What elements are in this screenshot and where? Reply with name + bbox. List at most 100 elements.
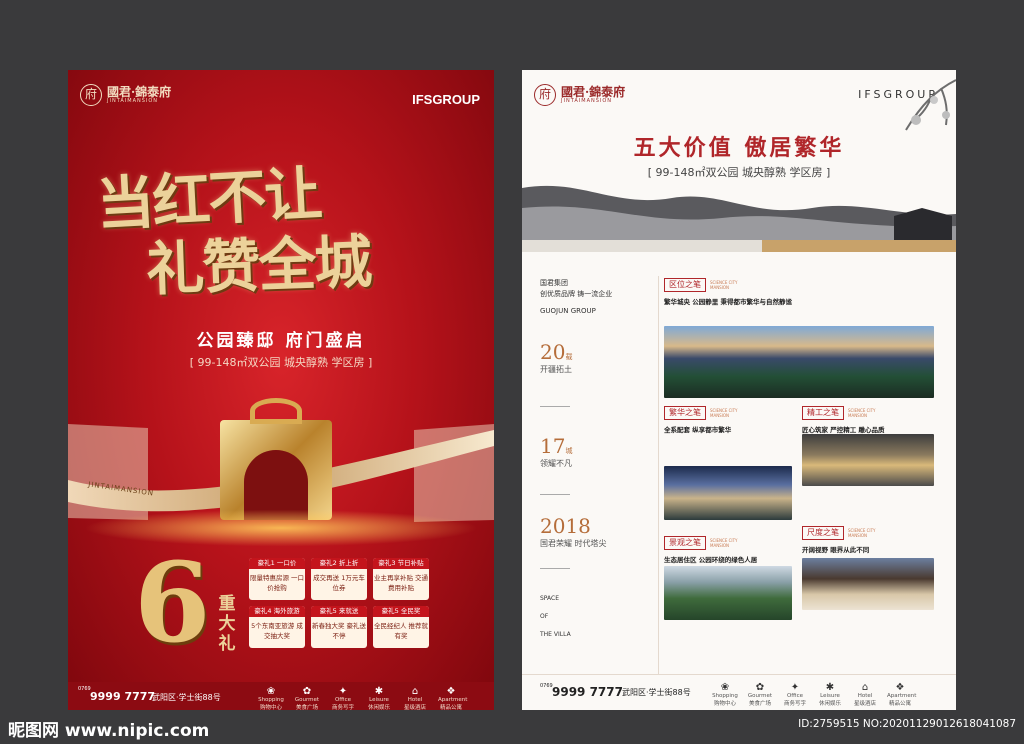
city-skyline-photo <box>664 326 934 398</box>
gift-body: 限量特惠房源 一口价抢购 <box>249 574 305 592</box>
logo-name: 國君·錦泰府 <box>561 84 626 99</box>
gift-body: 新春独大奖 豪礼送不停 <box>311 622 367 640</box>
park-aerial-photo <box>664 566 792 620</box>
space-caption: SPACE OF THE VILLA <box>540 595 571 638</box>
clubhouse-photo <box>802 558 934 610</box>
shopping-icon: ❀ Shopping 购物中心 <box>258 686 284 710</box>
hotel-icon: ⌂ Hotel 星级酒店 <box>403 686 426 710</box>
night-city-photo <box>664 466 792 520</box>
gift-card: 豪礼2 折上折成交再送 1万元车位券 <box>311 558 367 600</box>
section-keyline: 匠心筑家 严控精工 雕心品质 <box>802 426 885 434</box>
subtagline: [ 99-148㎡双公园 城央醇熟 学区房 ] <box>189 356 373 369</box>
vertical-rule <box>658 276 659 676</box>
address: 武阳区·学士街88号 <box>622 688 691 697</box>
gift-body: 全民经纪人 推荐就有奖 <box>373 622 429 640</box>
tagline: 公园臻邸 府门盛启 <box>196 331 366 351</box>
section-en: SCIENCE CITY MANSION <box>848 528 876 538</box>
divider <box>540 568 570 569</box>
section-en: SCIENCE CITY MANSION <box>710 538 738 548</box>
gourmet-icon: ✿ Gourmet 美食广场 <box>747 682 773 707</box>
office-icon: ✦ Office 商务写字 <box>783 682 806 707</box>
stat-item: 20载 开疆拓土 <box>540 340 573 374</box>
gift-title: 豪礼5 全民奖 <box>373 606 429 617</box>
stat-item: 2018 国君荣耀 时代塔尖 <box>540 514 607 548</box>
amenity-icons: ❀ Shopping 购物中心 ✿ Gourmet 美食广场 ✦ Office 商务写字 ✱… <box>258 686 468 710</box>
section-en: SCIENCE CITY MANSION <box>710 280 738 290</box>
watermark-id: ID:2759515 NO:20201129012618041087 <box>798 718 1016 730</box>
gift-title: 豪礼1 一口价 <box>249 558 305 569</box>
section-title: 区位之笔 <box>664 278 706 292</box>
big-number-label: 重大礼 <box>218 594 236 654</box>
phone-number: 9999 7777 <box>552 685 623 699</box>
logo-name: 國君·錦泰府 <box>107 84 172 99</box>
logo-sub: JINTAIMANSION <box>561 97 613 104</box>
section-en: SCIENCE CITY MANSION <box>848 408 876 418</box>
gift-title: 豪礼5 来就送 <box>311 606 367 617</box>
watermark-site: 昵图网 www.nipic.com <box>8 721 210 741</box>
gift-grid: 豪礼1 一口价限量特惠房源 一口价抢购 豪礼2 折上折成交再送 1万元车位券 豪… <box>249 558 429 648</box>
gift-title: 豪礼3 节日补贴 <box>373 558 429 569</box>
gift-card: 豪礼3 节日补贴业主再享补贴 交通费用补贴 <box>373 558 429 600</box>
shopping-icon: ❀ Shopping 购物中心 <box>712 682 738 707</box>
gourmet-icon: ✿ Gourmet 美食广场 <box>294 686 320 710</box>
section-keyline: 生态居住区 公园环绕的绿色人居 <box>664 556 758 564</box>
left-footer: 0769 9999 7777 武阳区·学士街88号 ❀ Shopping 购物中心 … <box>68 682 494 710</box>
leisure-icon: ✱ Leisure 休闲娱乐 <box>367 686 390 710</box>
calligraphy-headline-2: 礼赞全城 <box>145 227 372 304</box>
section-title: 繁华之笔 <box>664 406 706 420</box>
divider <box>540 406 570 407</box>
big-number: 6 <box>134 538 211 667</box>
section-title: 精工之笔 <box>802 406 844 420</box>
address: 武阳区·学士街88号 <box>152 693 221 702</box>
gift-card: 豪礼5 来就送新春独大奖 豪礼送不停 <box>311 606 367 648</box>
logo-sub: JINTAIMANSION <box>107 97 159 104</box>
gift-card: 豪礼4 海外旅游 5个东南亚旅游 成交抽大奖 <box>249 606 305 648</box>
gift-box-icon <box>220 398 332 520</box>
leisure-icon: ✱ Leisure 休闲娱乐 <box>818 682 841 707</box>
section-keyline: 全系配套 纵享都市繁华 <box>664 426 732 434</box>
phone-prefix: 0769 <box>540 683 553 689</box>
gift-card: 豪礼1 一口价限量特惠房源 一口价抢购 <box>249 558 305 600</box>
divider <box>540 494 570 495</box>
apartment-icon: ❖ Apartment 精品公寓 <box>887 682 917 707</box>
phone-number: 9999 7777 <box>90 690 156 703</box>
gift-body: 业主再享补贴 交通费用补贴 <box>373 574 429 592</box>
brand-name: IFSGROUP <box>412 92 480 107</box>
section-keyline: 繁华城央 公园静里 秉得都市繁华与自然静谧 <box>664 298 793 306</box>
group-en: GUOJUN GROUP <box>540 307 596 315</box>
gift-title: 豪礼4 海外旅游 <box>249 606 305 617</box>
office-icon: ✦ Office 商务写字 <box>331 686 354 710</box>
section-location: 区位之笔 SCIENCE CITY MANSION 繁华城央 公园静里 秉得都市繁… <box>664 278 936 306</box>
gift-body: 成交再送 1万元车位券 <box>313 574 365 592</box>
right-flyer: 府 國君·錦泰府 JINTAIMANSION IFSGROUP 五大价值 傲居繁… <box>522 70 956 710</box>
entrance-photo <box>802 434 934 486</box>
apartment-icon: ❖ Apartment 精品公寓 <box>438 686 468 710</box>
stage-glow <box>68 508 494 548</box>
right-logo: 府 國君·錦泰府 JINTAIMANSION <box>534 84 625 106</box>
phone-prefix: 0769 <box>78 686 91 692</box>
gift-title: 豪礼2 折上折 <box>311 558 367 569</box>
section-title: 景观之笔 <box>664 536 706 550</box>
right-title: 五大价值 傲居繁华 <box>633 135 845 161</box>
amenity-icons: ❀ Shopping 购物中心 ✿ Gourmet 美食广场 ✦ Office 商务写字 ✱… <box>712 682 917 707</box>
section-en: SCIENCE CITY MANSION <box>710 408 738 418</box>
section-keyline: 开阔视野 眼界从此不同 <box>802 546 870 554</box>
ink-mountain-banner <box>522 185 956 252</box>
section-scale: 尺度之笔 SCIENCE CITY MANSION 开阔视野 眼界从此不同 <box>802 526 936 554</box>
right-footer: 0769 9999 7777 武阳区·学士街88号 ❀ Shopping 购物中心 … <box>522 674 956 710</box>
gift-body: 5个东南亚旅游 成交抽大奖 <box>251 622 303 640</box>
section-landscape: 景观之笔 SCIENCE CITY MANSION 生态居住区 公园环绕的绿色人居 <box>664 536 794 564</box>
section-title: 尺度之笔 <box>802 526 844 540</box>
logo-emblem-icon: 府 <box>80 84 102 106</box>
section-prosperity: 繁华之笔 SCIENCE CITY MANSION 全系配套 纵享都市繁华 <box>664 406 794 434</box>
group-intro: 国君集团 创优质品牌 铸一流企业 GUOJUN GROUP <box>540 278 612 317</box>
logo-emblem-icon: 府 <box>534 84 556 106</box>
gift-card: 豪礼5 全民奖全民经纪人 推荐就有奖 <box>373 606 429 648</box>
left-flyer: 府 國君·錦泰府 JINTAIMANSION IFSGROUP 当红不让 礼赞全… <box>68 70 494 710</box>
hotel-icon: ⌂ Hotel 星级酒店 <box>853 682 876 707</box>
group-line1: 国君集团 <box>540 279 568 287</box>
section-craft: 精工之笔 SCIENCE CITY MANSION 匠心筑家 严控精工 雕心品质 <box>802 406 936 434</box>
group-line2: 创优质品牌 铸一流企业 <box>540 290 613 298</box>
stat-item: 17城 领耀不凡 <box>540 434 573 468</box>
left-logo: 府 國君·錦泰府 JINTAIMANSION <box>80 84 171 106</box>
